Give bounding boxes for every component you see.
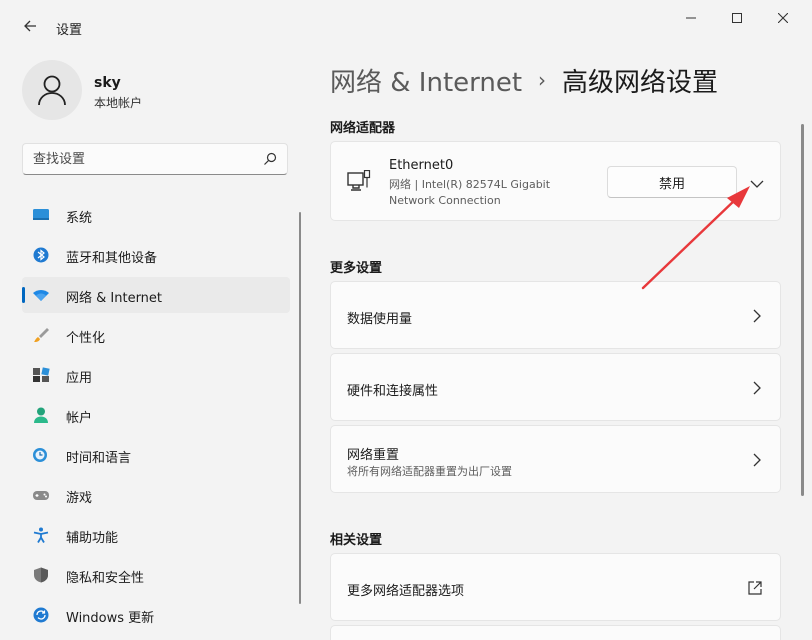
sidebar-item-accounts[interactable]: 帐户	[22, 397, 290, 433]
section-title-related: 相关设置	[330, 533, 383, 548]
chevron-down-icon	[750, 180, 764, 188]
disable-button[interactable]: 禁用	[607, 166, 737, 198]
sidebar-item-label: Windows 更新	[66, 611, 155, 626]
title-bar: 设置	[0, 0, 812, 44]
shield-icon	[34, 567, 48, 583]
expand-adapter-button[interactable]	[747, 174, 767, 190]
page-title: 高级网络设置	[562, 67, 719, 98]
avatar[interactable]	[22, 60, 82, 120]
row-title: 网络重置	[347, 448, 400, 463]
search-input[interactable]	[33, 149, 253, 169]
breadcrumb-parent[interactable]: 网络 & Internet	[330, 62, 522, 99]
row-title: 硬件和连接属性	[347, 384, 439, 399]
section-title-adapters: 网络适配器	[330, 121, 396, 136]
system-icon	[33, 209, 49, 220]
search-box[interactable]	[22, 143, 288, 175]
sidebar-item-time-language[interactable]: 时间和语言	[22, 437, 290, 473]
sidebar-nav: 系统 蓝牙和其他设备 网络 & Internet 个性化 应用 帐户 时间和语言	[22, 197, 290, 637]
sidebar-item-apps[interactable]: 应用	[22, 357, 290, 393]
network-reset-row[interactable]: 网络重置 将所有网络适配器重置为出厂设置	[330, 425, 781, 493]
sidebar-item-label: 系统	[66, 211, 93, 226]
account-icon	[34, 407, 48, 423]
sidebar-item-windows-update[interactable]: Windows 更新	[22, 597, 290, 633]
sidebar-item-accessibility[interactable]: 辅助功能	[22, 517, 290, 553]
adapter-name: Ethernet0	[389, 158, 454, 173]
sidebar-scrollbar[interactable]	[299, 212, 301, 604]
sidebar-item-label: 蓝牙和其他设备	[66, 251, 158, 266]
sidebar-item-label: 游戏	[66, 491, 93, 506]
ethernet-icon	[347, 170, 371, 191]
back-button[interactable]	[18, 14, 42, 38]
minimize-button[interactable]	[668, 8, 714, 30]
sidebar-item-label: 个性化	[66, 331, 106, 346]
close-icon	[777, 12, 789, 24]
brush-icon	[34, 328, 49, 342]
data-usage-row[interactable]: 数据使用量	[330, 281, 781, 349]
minimize-icon	[686, 17, 696, 19]
user-name: sky	[94, 75, 121, 91]
apps-icon	[33, 367, 50, 382]
sidebar-item-system[interactable]: 系统	[22, 197, 290, 233]
account-type: 本地帐户	[94, 96, 143, 110]
maximize-button[interactable]	[714, 8, 760, 30]
bluetooth-icon	[33, 247, 49, 263]
adapter-card: Ethernet0 网络 | Intel(R) 82574L Gigabit N…	[330, 141, 781, 221]
accessibility-icon	[33, 527, 49, 543]
external-link-icon	[748, 581, 762, 595]
main-scrollbar[interactable]	[801, 124, 804, 496]
sidebar-item-network[interactable]: 网络 & Internet	[22, 277, 290, 313]
gamepad-icon	[33, 491, 49, 500]
sidebar-item-label: 应用	[66, 371, 93, 386]
chevron-right-icon	[753, 453, 761, 467]
time-language-icon	[33, 448, 47, 462]
more-adapter-options-row[interactable]: 更多网络适配器选项	[330, 553, 781, 621]
windows-update-icon	[33, 607, 49, 623]
sidebar-item-label: 时间和语言	[66, 451, 132, 466]
user-icon	[38, 75, 66, 106]
sidebar-item-gaming[interactable]: 游戏	[22, 477, 290, 513]
sidebar-item-personalization[interactable]: 个性化	[22, 317, 290, 353]
hardware-properties-row[interactable]: 硬件和连接属性	[330, 353, 781, 421]
sidebar-item-bluetooth[interactable]: 蓝牙和其他设备	[22, 237, 290, 273]
chevron-right-icon	[753, 381, 761, 395]
back-arrow-icon	[24, 20, 36, 32]
sidebar-item-label: 辅助功能	[66, 531, 119, 546]
breadcrumb-separator: ›	[538, 68, 547, 92]
next-row[interactable]	[330, 625, 781, 640]
row-subtitle: 将所有网络适配器重置为出厂设置	[347, 465, 512, 478]
maximize-icon	[732, 13, 742, 23]
row-title: 数据使用量	[347, 312, 413, 327]
wifi-icon	[33, 290, 49, 301]
sidebar-item-privacy[interactable]: 隐私和安全性	[22, 557, 290, 593]
breadcrumb: 网络 & Internet › 高级网络设置	[330, 60, 718, 100]
app-title: 设置	[56, 23, 83, 38]
row-title: 更多网络适配器选项	[347, 584, 465, 599]
section-title-more: 更多设置	[330, 261, 383, 276]
settings-window: 设置 sky 本地帐户 系统 蓝牙和其他设	[0, 0, 812, 640]
chevron-right-icon	[753, 309, 761, 323]
sidebar-item-label: 帐户	[66, 411, 93, 426]
sidebar-item-label: 网络 & Internet	[66, 291, 163, 306]
sidebar-item-label: 隐私和安全性	[66, 571, 145, 586]
close-button[interactable]	[760, 8, 806, 30]
search-icon[interactable]	[263, 152, 277, 166]
adapter-description: 网络 | Intel(R) 82574L Gigabit Network Con…	[389, 178, 551, 207]
